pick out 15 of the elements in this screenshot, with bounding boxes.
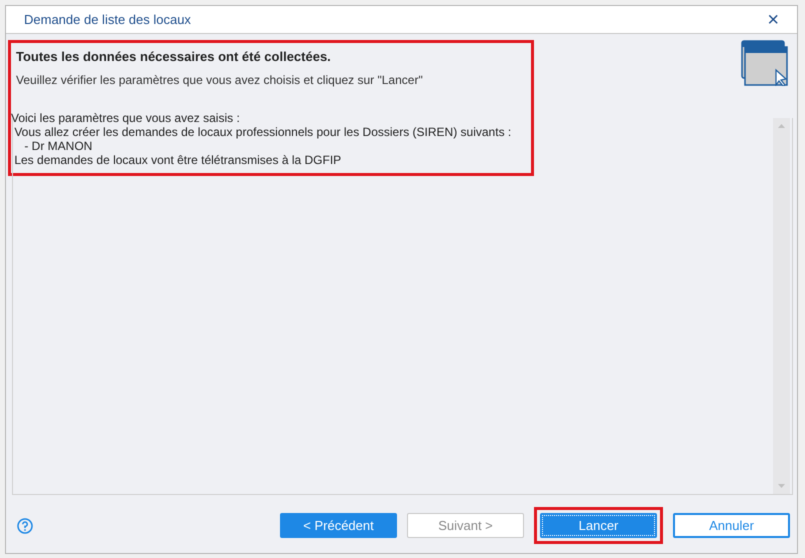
scroll-down-icon [778, 484, 785, 488]
instruction-text: Veuillez vérifier les paramètres que vous avez choisis et cliquez sur "Lancer" [16, 72, 424, 88]
help-icon[interactable] [17, 518, 33, 534]
cancel-button[interactable]: Annuler [673, 513, 790, 538]
close-button[interactable]: × [767, 10, 779, 30]
windows-cursor-icon [741, 40, 789, 86]
detail-line: Voici les paramètres que vous avez saisis : [11, 110, 241, 124]
detail-line: - Dr MANON [23, 138, 94, 152]
window-title: Demande de liste des locaux [24, 10, 191, 29]
scroll-up-icon [778, 124, 785, 128]
wizard-button[interactable]: Lancer [540, 513, 657, 538]
detail-line: Les demandes de locaux vont être télétransmises à la DGFIP [13, 152, 342, 166]
detail-line: Vous allez créer les demandes de locaux professionnels pour les Dossiers (SIREN) suivants : [13, 124, 512, 138]
summary-heading: Toutes les données nécessaires ont été collectées. [16, 48, 332, 66]
wizard-button[interactable]: < Précédent [280, 513, 397, 538]
